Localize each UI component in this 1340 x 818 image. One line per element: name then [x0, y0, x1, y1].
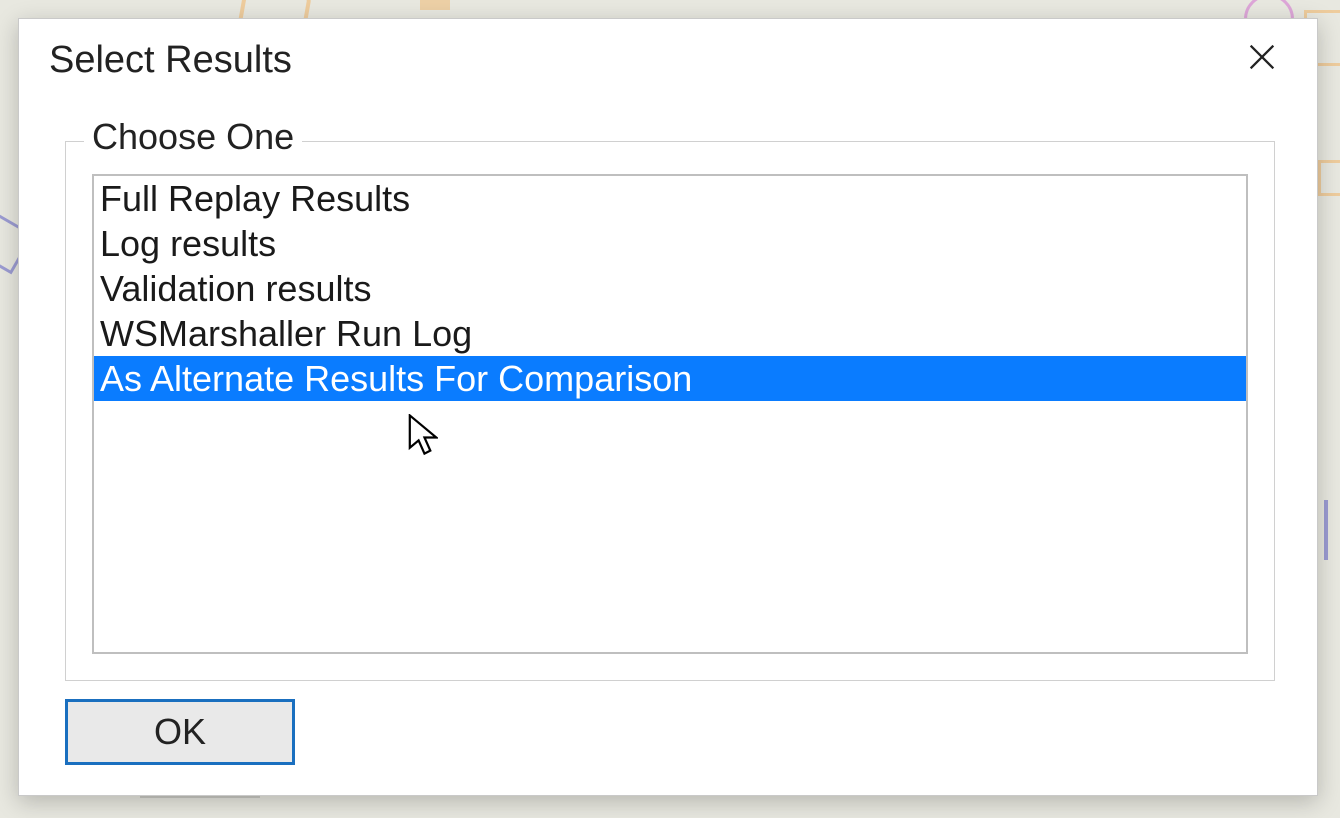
close-icon — [1245, 40, 1279, 74]
ok-button[interactable]: OK — [65, 699, 295, 765]
list-item[interactable]: Full Replay Results — [94, 176, 1246, 221]
dialog-titlebar: Select Results — [19, 19, 1317, 101]
list-item[interactable]: Log results — [94, 221, 1246, 266]
background-decoration — [1318, 160, 1340, 196]
select-results-dialog: Select Results Choose One Full Replay Re… — [18, 18, 1318, 796]
list-item[interactable]: As Alternate Results For Comparison — [94, 356, 1246, 401]
close-button[interactable] — [1235, 36, 1289, 85]
list-item[interactable]: WSMarshaller Run Log — [94, 311, 1246, 356]
list-item[interactable]: Validation results — [94, 266, 1246, 311]
background-decoration — [420, 0, 450, 10]
group-label: Choose One — [84, 116, 302, 158]
ok-button-label: OK — [154, 711, 206, 753]
background-decoration — [140, 794, 260, 818]
dialog-title: Select Results — [49, 39, 292, 82]
results-listbox[interactable]: Full Replay Results Log results Validati… — [92, 174, 1248, 654]
choose-one-group: Choose One Full Replay Results Log resul… — [65, 141, 1275, 681]
background-decoration — [1324, 500, 1340, 560]
